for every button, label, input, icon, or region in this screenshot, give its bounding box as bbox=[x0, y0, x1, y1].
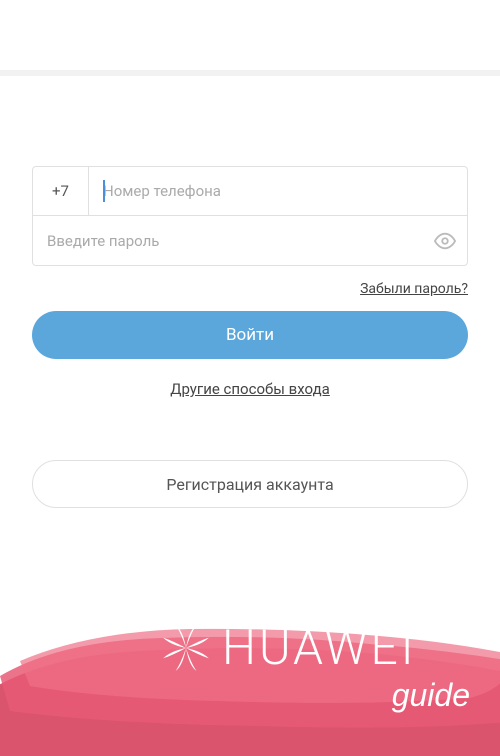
forgot-password-container: Забыли пароль? bbox=[32, 278, 468, 297]
huawei-logo-icon bbox=[160, 622, 212, 674]
top-spacer bbox=[0, 0, 500, 70]
brand-name: HUAWEI bbox=[222, 619, 417, 676]
password-input[interactable] bbox=[33, 232, 423, 250]
forgot-password-link[interactable]: Забыли пароль? bbox=[360, 281, 468, 297]
register-button[interactable]: Регистрация аккаунта bbox=[32, 460, 468, 508]
brush-stroke-bg bbox=[0, 556, 500, 756]
guide-text: guide bbox=[392, 677, 470, 714]
watermark-overlay: HUAWEI guide bbox=[0, 546, 500, 736]
other-login-container: Другие способы входа bbox=[32, 379, 468, 398]
phone-field-row: +7 bbox=[32, 166, 468, 216]
brand-logo: HUAWEI bbox=[160, 619, 417, 676]
login-form: +7 Забыли пароль? Войти Другие способы в… bbox=[0, 76, 500, 398]
show-password-icon[interactable] bbox=[423, 230, 467, 252]
phone-input[interactable] bbox=[89, 167, 467, 215]
password-field-row bbox=[32, 216, 468, 266]
country-code-selector[interactable]: +7 bbox=[33, 167, 89, 215]
login-button[interactable]: Войти bbox=[32, 311, 468, 359]
other-login-methods-link[interactable]: Другие способы входа bbox=[170, 380, 330, 398]
